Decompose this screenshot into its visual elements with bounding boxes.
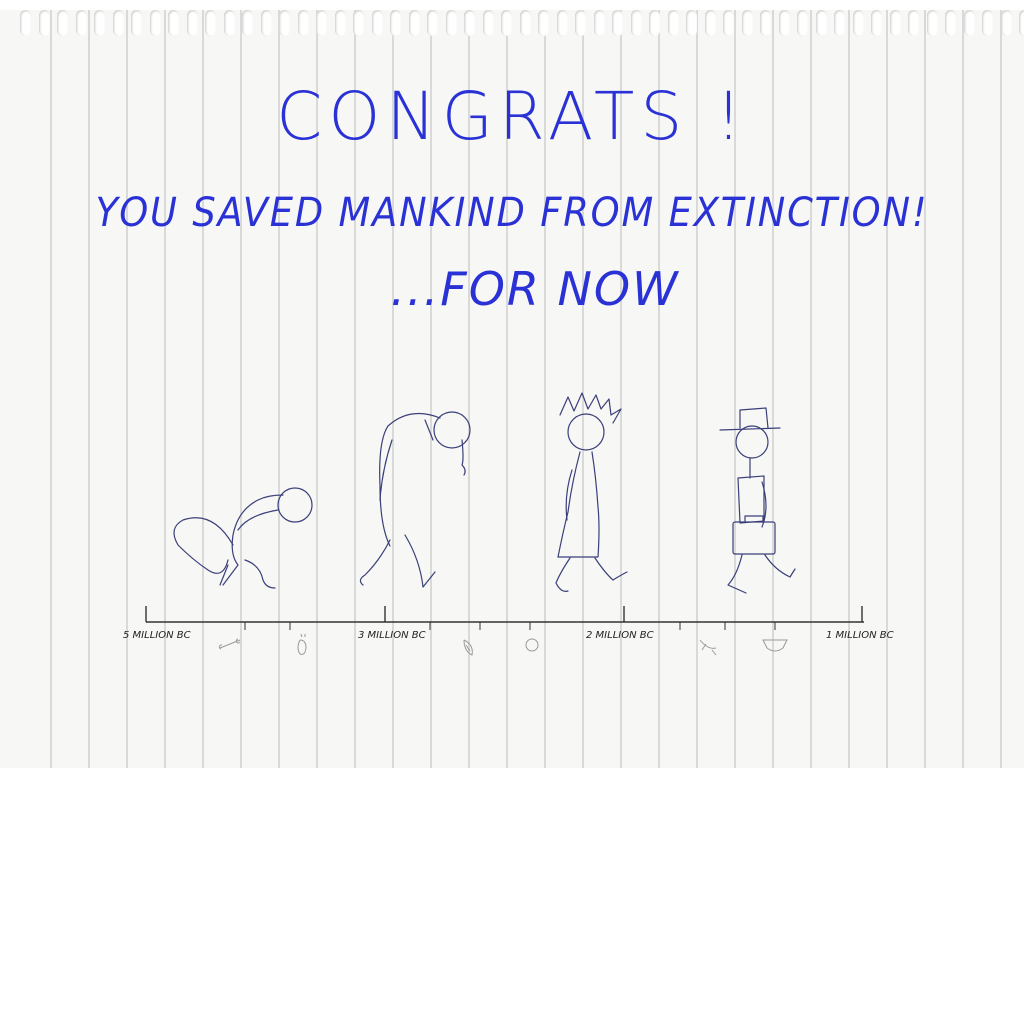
timeline-label-1m: 1 MILLION BC bbox=[826, 630, 894, 641]
timeline-axis bbox=[145, 606, 864, 630]
footprint-icon[interactable] bbox=[297, 633, 307, 655]
timeline-label-5m: 5 MILLION BC bbox=[123, 630, 191, 641]
punk-human-figure bbox=[555, 392, 628, 592]
notebook-paper: CONGRATS ! YOU SAVED MANKIND FROM EXTINC… bbox=[0, 0, 1024, 768]
timeline-label-3m: 3 MILLION BC bbox=[358, 630, 426, 641]
bone-icon[interactable] bbox=[219, 638, 241, 650]
monkey-figure bbox=[173, 487, 313, 589]
evolution-drawing bbox=[145, 392, 864, 656]
timeline-label-2m: 2 MILLION BC bbox=[586, 630, 654, 641]
coin-icon[interactable] bbox=[525, 638, 539, 652]
banana-icon[interactable] bbox=[699, 639, 717, 656]
underwear-icon[interactable] bbox=[762, 639, 788, 652]
businessman-figure bbox=[719, 407, 796, 594]
bent-caveman-figure bbox=[359, 411, 471, 588]
feather-icon[interactable] bbox=[463, 639, 473, 656]
